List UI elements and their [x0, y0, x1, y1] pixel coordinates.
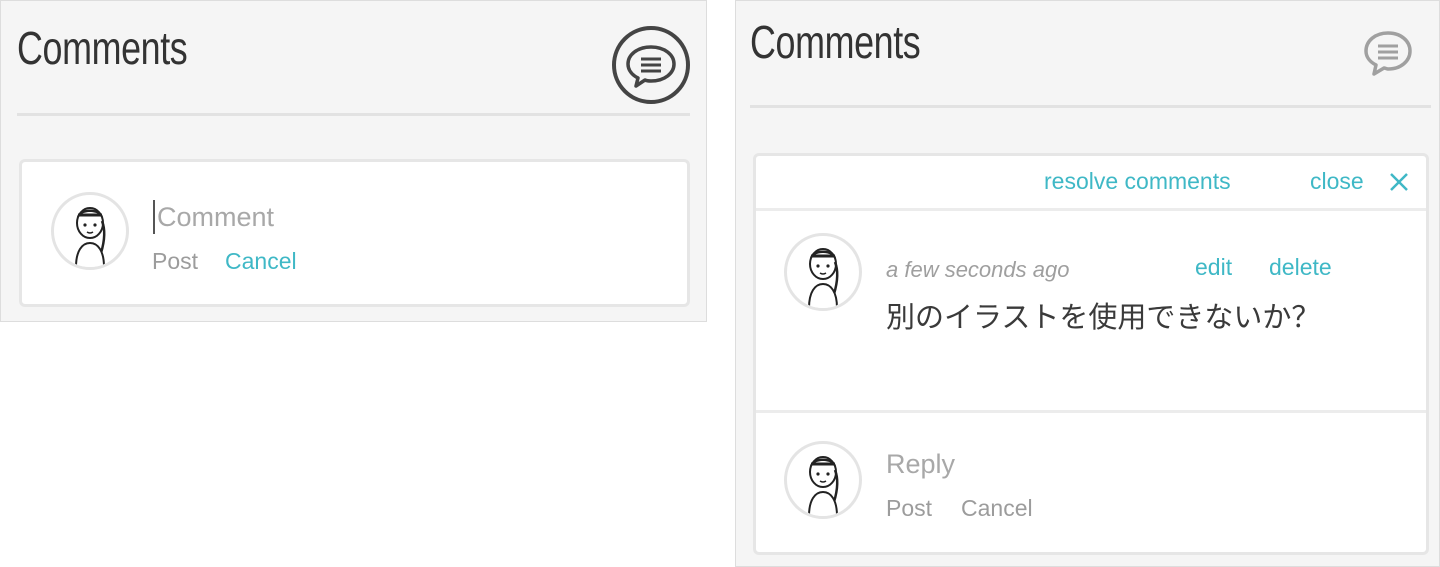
new-comment-card: Post Cancel — [19, 159, 690, 307]
row-divider — [756, 410, 1426, 413]
speech-bubble-icon[interactable] — [1358, 23, 1418, 83]
comment-timestamp: a few seconds ago — [886, 257, 1070, 282]
avatar — [51, 192, 129, 270]
header-divider — [750, 105, 1431, 108]
reply-input[interactable] — [886, 447, 1286, 481]
comments-panel-right: Comments resolve comments close a few se… — [735, 0, 1440, 567]
edit-button[interactable]: edit — [1195, 254, 1232, 281]
panel-title: Comments — [17, 22, 188, 74]
post-button[interactable]: Post — [152, 248, 198, 275]
comment-input[interactable] — [153, 200, 557, 234]
comment-thread-card: resolve comments close a few seconds ago… — [753, 153, 1429, 555]
delete-button[interactable]: delete — [1269, 254, 1332, 281]
close-button[interactable]: close — [1310, 168, 1364, 195]
comment-body: 別のイラストを使用できないか？ — [886, 300, 1321, 334]
close-x-icon[interactable] — [1387, 170, 1411, 194]
comments-panel-left: Comments Post Cancel — [0, 0, 707, 322]
avatar — [784, 233, 862, 311]
thread-toolbar: resolve comments close — [756, 156, 1426, 211]
reply-cancel-button[interactable]: Cancel — [961, 495, 1033, 522]
resolve-comments-button[interactable]: resolve comments — [1044, 168, 1231, 195]
cancel-button[interactable]: Cancel — [225, 248, 297, 275]
speech-bubble-icon[interactable] — [611, 25, 691, 105]
header-divider — [17, 113, 690, 116]
panel-title: Comments — [750, 16, 921, 68]
reply-post-button[interactable]: Post — [886, 495, 932, 522]
avatar — [784, 441, 862, 519]
